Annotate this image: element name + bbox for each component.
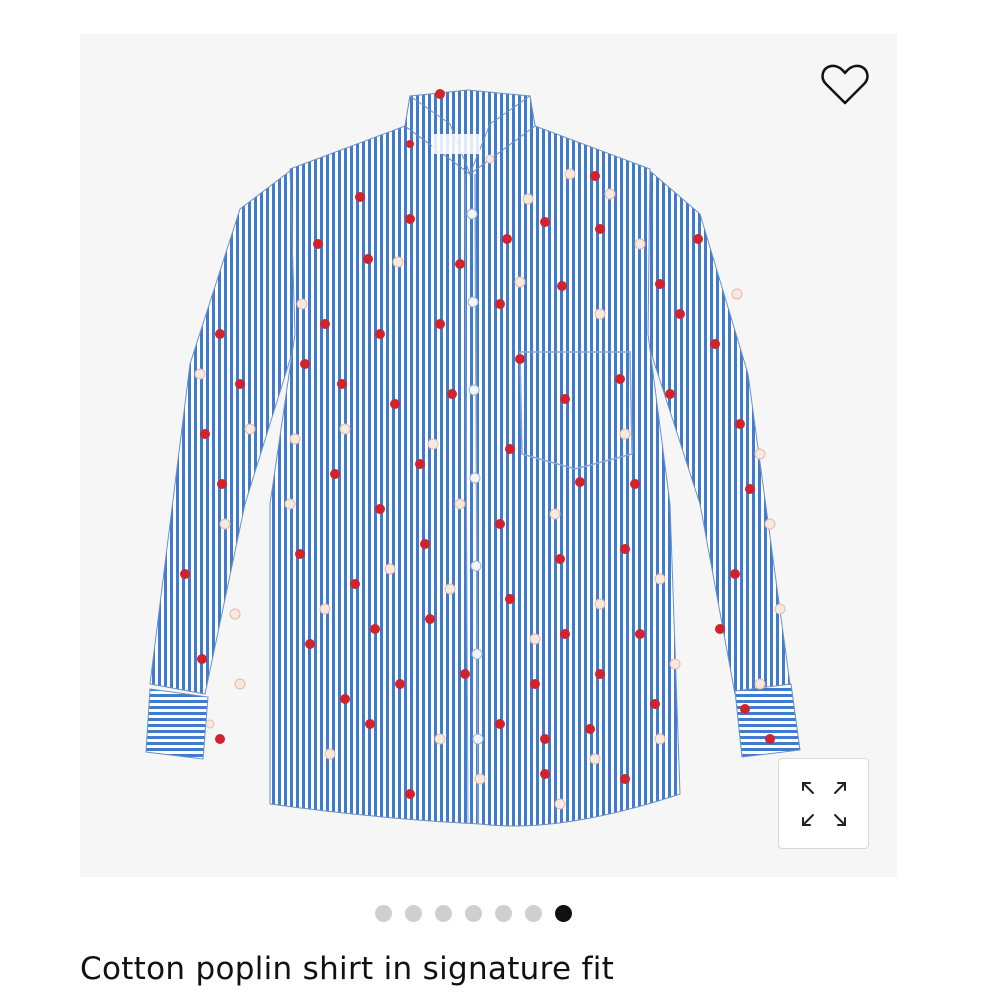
- wishlist-button[interactable]: [817, 60, 873, 110]
- carousel-dots: [375, 903, 572, 923]
- expand-image-button[interactable]: [778, 758, 869, 849]
- carousel-dot[interactable]: [495, 904, 512, 922]
- product-image-gallery[interactable]: [80, 34, 897, 877]
- carousel-dot[interactable]: [525, 904, 542, 922]
- heart-outline-icon: [821, 64, 869, 105]
- carousel-dot[interactable]: [405, 904, 422, 922]
- product-page: Cotton poplin shirt in signature fit: [0, 0, 1000, 1000]
- carousel-dot[interactable]: [375, 904, 392, 922]
- carousel-dot-active[interactable]: [555, 904, 572, 922]
- carousel-dot[interactable]: [435, 904, 452, 922]
- carousel-dot[interactable]: [465, 904, 482, 922]
- expand-arrows-icon: [801, 781, 846, 826]
- product-title: Cotton poplin shirt in signature fit: [80, 951, 615, 987]
- product-image: [145, 89, 801, 827]
